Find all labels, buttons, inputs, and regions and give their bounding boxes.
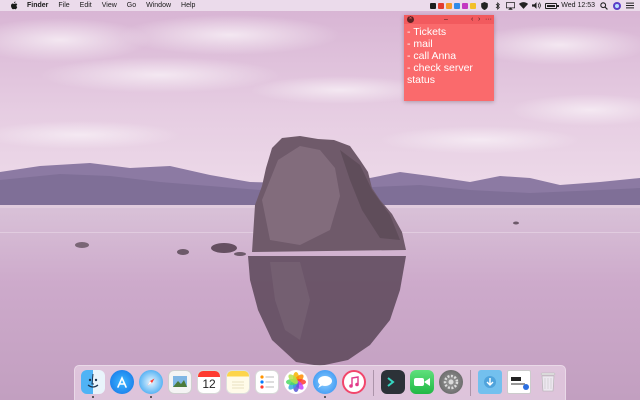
minimize-icon[interactable]: – <box>444 15 448 24</box>
more-options-icon[interactable]: ··· <box>485 15 492 24</box>
status-color-swatch[interactable] <box>446 2 453 9</box>
chevron-left-icon[interactable]: ‹ <box>471 15 473 24</box>
menu-bar-left: Finder File Edit View Go Window Help <box>0 0 200 11</box>
notification-center-icon[interactable] <box>625 1 634 10</box>
finder-icon[interactable] <box>81 370 105 398</box>
chevron-right-icon[interactable]: › <box>478 15 480 24</box>
sticky-note-text[interactable]: - Tickets - mail - call Anna - check ser… <box>404 24 494 88</box>
volume-icon[interactable] <box>532 1 542 10</box>
shield-icon[interactable] <box>480 1 489 10</box>
photos-icon[interactable] <box>284 370 308 394</box>
menu-bar: Finder File Edit View Go Window Help Wed… <box>0 0 640 11</box>
notes-icon[interactable] <box>226 370 250 394</box>
safari-icon[interactable] <box>139 370 163 398</box>
facetime-icon[interactable] <box>410 370 434 394</box>
dock-separator <box>373 370 374 396</box>
sticky-note-window[interactable]: × – ‹ › ··· - Tickets - mail - call Anna… <box>404 15 494 101</box>
calendar-date-label: 12 <box>202 377 216 391</box>
trash-icon[interactable] <box>536 370 560 394</box>
app-store-icon[interactable] <box>110 370 134 394</box>
bluetooth-icon[interactable] <box>493 1 502 10</box>
menu-finder[interactable]: Finder <box>25 0 53 11</box>
siri-icon[interactable] <box>612 1 621 10</box>
status-color-swatch[interactable] <box>454 2 461 9</box>
status-color-swatch[interactable] <box>430 2 437 9</box>
status-color-swatches <box>430 2 477 9</box>
running-indicator-dot <box>324 396 326 398</box>
dock-separator <box>470 370 471 396</box>
airplay-icon[interactable] <box>506 1 516 10</box>
reminders-icon[interactable] <box>255 370 279 394</box>
battery-icon[interactable] <box>545 2 560 9</box>
itunes-icon[interactable] <box>342 370 366 394</box>
sticky-note-titlebar[interactable]: × – ‹ › ··· <box>404 15 494 24</box>
desktop-wallpaper <box>0 0 640 400</box>
wifi-icon[interactable] <box>519 1 529 10</box>
status-color-swatch[interactable] <box>462 2 469 9</box>
apple-logo-icon[interactable] <box>10 1 19 11</box>
documents-stack-icon[interactable] <box>507 370 531 394</box>
terminal-icon[interactable] <box>381 370 405 394</box>
preview-icon[interactable] <box>168 370 192 394</box>
menu-bar-status: Wed 12:53 <box>430 0 640 11</box>
close-icon[interactable]: × <box>407 16 414 23</box>
status-color-swatch[interactable] <box>470 2 477 9</box>
system-preferences-icon[interactable] <box>439 370 463 394</box>
menu-window[interactable]: Window <box>141 0 176 11</box>
menu-bar-clock[interactable]: Wed 12:53 <box>561 2 595 9</box>
status-color-swatch[interactable] <box>438 2 445 9</box>
menu-edit[interactable]: Edit <box>75 0 97 11</box>
menu-file[interactable]: File <box>53 0 74 11</box>
running-indicator-dot <box>92 396 94 398</box>
menu-view[interactable]: View <box>97 0 122 11</box>
menu-help[interactable]: Help <box>176 0 200 11</box>
spotlight-search-icon[interactable] <box>599 1 608 10</box>
menu-go[interactable]: Go <box>122 0 141 11</box>
downloads-folder-icon[interactable] <box>478 370 502 394</box>
calendar-icon[interactable]: 12 <box>197 370 221 394</box>
dock: 12 <box>74 365 566 400</box>
running-indicator-dot <box>150 396 152 398</box>
messages-icon[interactable] <box>313 370 337 398</box>
